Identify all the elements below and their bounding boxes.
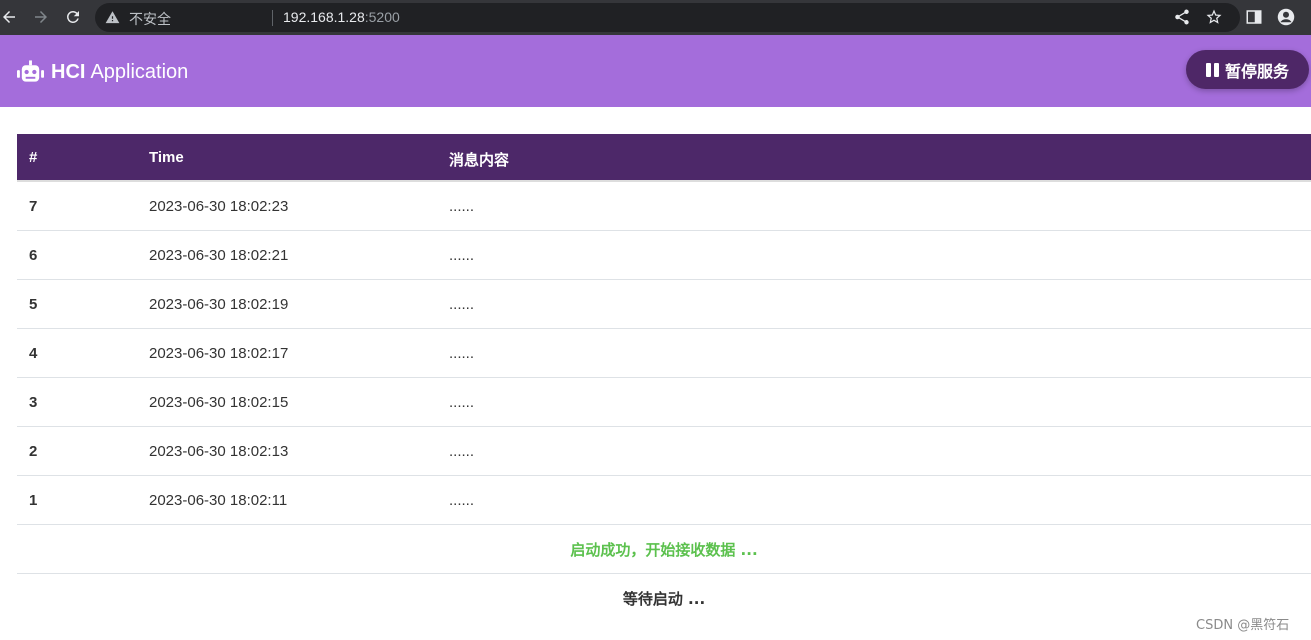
row-time: 2023-06-30 18:02:21 [149,247,289,264]
row-message: ...... [449,345,475,362]
address-bar[interactable]: 不安全 192.168.1.28:5200 [95,3,1240,32]
column-header-message: 消息内容 [449,151,510,169]
table-row: 6 2023-06-30 18:02:21 ...... [17,231,1311,280]
table-header: # Time 消息内容 [17,134,1311,182]
reload-icon[interactable] [61,5,85,29]
brand-name-strong: HCI [51,60,86,83]
column-header-time: Time [149,149,184,166]
row-index: 6 [29,247,38,264]
status-row-waiting: 等待启动 ... [17,574,1311,623]
row-message: ...... [449,198,475,215]
row-time: 2023-06-30 18:02:13 [149,443,289,460]
brand-name-light: Application [90,60,189,83]
brand[interactable]: HCI Application [17,59,188,85]
url-port: :5200 [364,9,400,25]
row-index: 7 [29,198,38,215]
table-row: 1 2023-06-30 18:02:11 ...... [17,476,1311,525]
status-waiting-text: 等待启动 ... [622,590,706,608]
row-time: 2023-06-30 18:02:11 [149,492,288,509]
insecure-label: 不安全 [129,12,171,28]
row-time: 2023-06-30 18:02:23 [149,198,289,215]
row-index: 2 [29,443,38,460]
row-index: 4 [29,345,38,362]
row-message: ...... [449,443,475,460]
row-time: 2023-06-30 18:02:19 [149,296,289,313]
omnibox-divider [272,10,273,26]
row-message: ...... [449,492,475,509]
status-success-text: 启动成功，开始接收数据 ... [570,541,758,559]
pause-service-label: 暂停服务 [1224,61,1289,81]
row-time: 2023-06-30 18:02:17 [149,345,289,362]
row-message: ...... [449,296,475,313]
share-icon[interactable] [1171,6,1193,28]
row-index: 5 [29,296,38,313]
warning-icon [105,11,120,24]
forward-arrow-icon[interactable] [29,5,53,29]
pause-service-button[interactable]: 暂停服务 [1186,50,1309,89]
robot-icon [17,60,44,82]
table-row: 3 2023-06-30 18:02:15 ...... [17,378,1311,427]
profile-icon[interactable] [1275,6,1297,28]
app-header: HCI Application 暂停服务 [0,35,1311,107]
message-table: # Time 消息内容 7 2023-06-30 18:02:23 ......… [17,134,1311,623]
row-index: 3 [29,394,38,411]
table-row: 5 2023-06-30 18:02:19 ...... [17,280,1311,329]
row-message: ...... [449,247,475,264]
watermark: CSDN @黑符石 [1196,618,1290,633]
pause-icon [1205,62,1219,77]
table-row: 4 2023-06-30 18:02:17 ...... [17,329,1311,378]
browser-toolbar: 不安全 192.168.1.28:5200 [0,0,1311,35]
sidepanel-icon[interactable] [1243,6,1265,28]
row-index: 1 [29,492,38,509]
table-row: 7 2023-06-30 18:02:23 ...... [17,182,1311,231]
back-arrow-icon[interactable] [0,5,21,29]
column-header-index: # [29,149,38,166]
row-message: ...... [449,394,475,411]
url-host: 192.168.1.28 [283,9,365,25]
table-row: 2 2023-06-30 18:02:13 ...... [17,427,1311,476]
url-text: 192.168.1.28:5200 [283,9,400,25]
row-time: 2023-06-30 18:02:15 [149,394,289,411]
status-row-success: 启动成功，开始接收数据 ... [17,525,1311,574]
star-icon[interactable] [1203,6,1225,28]
